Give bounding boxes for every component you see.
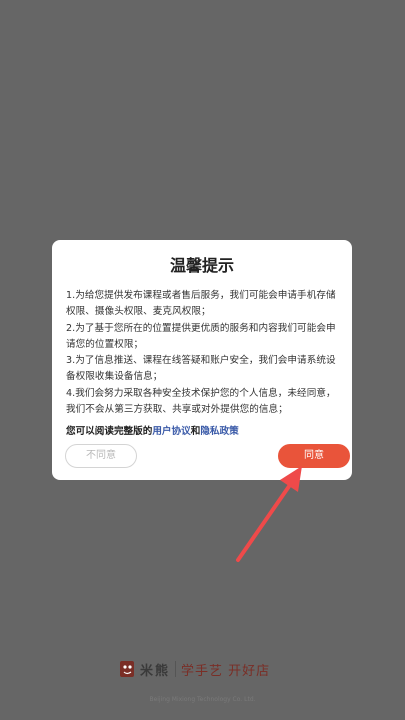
dialog-paragraph: 4.我们会努力采取各种安全技术保护您的个人信息，未经同意，我们不会从第三方获取、… (66, 387, 336, 416)
permission-dialog: 温馨提示 1.为给您提供发布课程或者售后服务，我们可能会申请手机存储权限、摄像头… (52, 240, 352, 480)
brand-divider (175, 661, 177, 677)
privacy-policy-link[interactable]: 隐私政策 (200, 426, 238, 437)
disagree-button[interactable]: 不同意 (65, 444, 137, 468)
user-agreement-link[interactable]: 用户协议 (152, 426, 190, 437)
company-name: Beijing Mixiong Technology Co. Ltd. (149, 696, 256, 703)
policy-line: 您可以阅读完整版的用户协议和隐私政策 (66, 424, 338, 440)
brand-row: 米熊 学手艺 开好店 (120, 656, 270, 682)
agree-button[interactable]: 同意 (278, 444, 350, 468)
brand-name: 米熊 (140, 663, 171, 679)
brand-slogan: 学手艺 开好店 (181, 663, 271, 679)
dialog-body: 1.为给您提供发布课程或者售后服务，我们可能会申请手机存储权限、摄像头权限、麦克… (66, 288, 338, 418)
dialog-paragraph: 3.为了信息推送、课程在线答疑和账户安全，我们会申请系统设备权限收集设备信息； (66, 355, 336, 383)
dialog-paragraph: 2.为了基于您所在的位置提供更优质的服务和内容我们可能会申请您的位置权限； (66, 322, 336, 350)
dialog-paragraph: 1.为给您提供发布课程或者售后服务，我们可能会申请手机存储权限、摄像头权限、麦克… (66, 290, 336, 318)
policy-conjunction: 和 (190, 426, 201, 438)
bear-logo-icon (120, 661, 134, 677)
policy-prefix: 您可以阅读完整版的 (66, 426, 153, 438)
dialog-title: 温馨提示 (169, 256, 234, 275)
